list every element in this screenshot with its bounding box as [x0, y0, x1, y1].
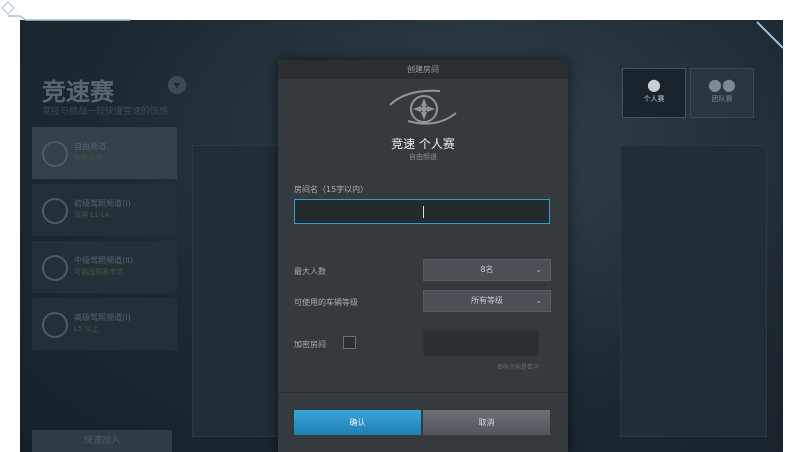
quick-join-button[interactable]: 快速加入	[32, 430, 172, 452]
password-checkbox[interactable]	[343, 336, 356, 349]
channel-item[interactable]: 中级驾照频道(II) 可挑战驾照考试	[32, 241, 177, 293]
channel-sub: 新手入场	[74, 154, 102, 162]
cancel-button[interactable]: 取消	[423, 410, 550, 435]
password-label: 加密房间	[294, 340, 326, 349]
max-players-select[interactable]: 8名 ⌄	[423, 259, 551, 281]
mode-single-button[interactable]: ● 个人赛	[622, 68, 686, 118]
speed-racing-icon	[389, 89, 457, 125]
create-room-dialog: 创建房间 竞速 个人赛 自由频道 房间名（15字以内） 最大人数 8名 ⌄ 可使…	[278, 60, 568, 452]
channel-label: 初级驾照频道(I)	[74, 199, 131, 208]
mode-header: 竞速 个人赛 自由频道	[278, 79, 568, 179]
divider	[278, 392, 568, 393]
channel-name: 自由频道	[409, 153, 437, 161]
dialog-title: 创建房间	[278, 60, 568, 79]
mode-label: 个人赛	[643, 95, 665, 103]
max-players-value: 8名	[480, 265, 494, 274]
single-player-icon: ●	[647, 75, 661, 94]
game-mode-title: 竞速 个人赛	[391, 137, 455, 151]
room-detail-panel	[620, 145, 767, 437]
mode-label: 团队赛	[711, 95, 733, 103]
channel-label: 高级驾照频道(I)	[74, 313, 131, 322]
password-input[interactable]	[423, 330, 539, 356]
page-title: 竞速赛	[42, 78, 114, 106]
channel-item[interactable]: 初级驾照频道(I) 驾照 L1-L4	[32, 184, 177, 236]
vehicle-grade-value: 所有等级	[471, 296, 503, 305]
room-name-input[interactable]	[294, 199, 550, 224]
password-hint: 密码只能是数字	[496, 364, 539, 371]
vehicle-grade-label: 可使用的车辆等级	[294, 298, 358, 307]
channel-item[interactable]: 高级驾照频道(I) L5 以上	[32, 298, 177, 350]
game-screen: 竞速赛 竞技与挑战一较快慢竞速的快感 ▾ 自由频道 新手入场 初级驾照频道(I)…	[20, 20, 783, 452]
chevron-down-icon: ⌄	[535, 296, 542, 305]
steering-wheel-icon	[42, 312, 68, 338]
steering-wheel-icon	[42, 198, 68, 224]
frame-corner-decoration	[756, 21, 784, 49]
text-caret	[423, 206, 424, 218]
channel-menu: 自由频道 新手入场 初级驾照频道(I) 驾照 L1-L4 中级驾照频道(II) …	[32, 127, 177, 355]
channel-sub: L5 以上	[74, 325, 99, 333]
channel-icon	[42, 141, 68, 167]
chevron-down-icon: ⌄	[535, 265, 542, 274]
room-name-label: 房间名（15字以内）	[294, 185, 369, 194]
confirm-button[interactable]: 确认	[294, 410, 421, 435]
channel-label: 中级驾照频道(II)	[74, 256, 133, 265]
steering-wheel-icon	[42, 255, 68, 281]
chevron-down-icon[interactable]: ▾	[168, 76, 186, 94]
mode-team-button[interactable]: ●● 团队赛	[690, 68, 754, 118]
room-list-panel	[192, 145, 284, 437]
max-players-label: 最大人数	[294, 267, 326, 276]
channel-sub: 可挑战驾照考试	[74, 268, 123, 276]
page-subtitle: 竞技与挑战一较快慢竞速的快感	[42, 107, 169, 117]
channel-sub: 驾照 L1-L4	[74, 211, 110, 219]
frame-corner-decoration	[1, 1, 130, 21]
channel-item[interactable]: 自由频道 新手入场	[32, 127, 177, 179]
vehicle-grade-select[interactable]: 所有等级 ⌄	[423, 290, 551, 312]
team-icon: ●●	[708, 75, 736, 94]
channel-label: 自由频道	[74, 142, 106, 151]
